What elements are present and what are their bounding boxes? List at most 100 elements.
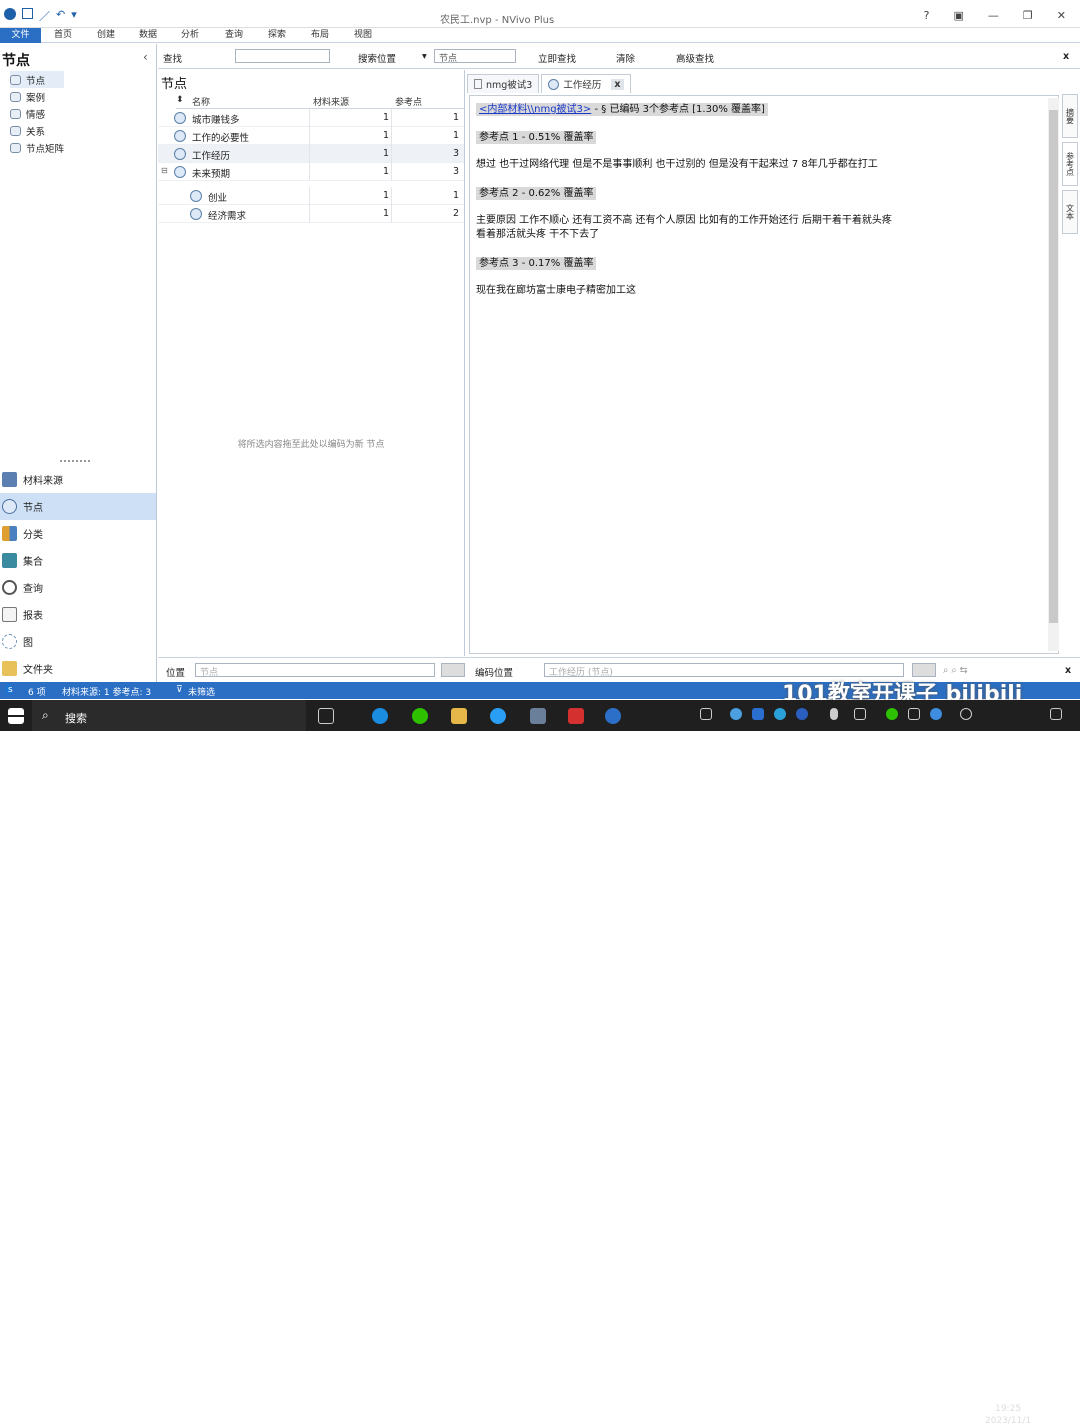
drop-hint[interactable]: 将所选内容拖至此处以编码为新 节点	[158, 437, 464, 450]
map-icon	[2, 634, 17, 649]
tree-item-cases[interactable]: 案例	[10, 88, 64, 105]
code-button[interactable]	[912, 663, 936, 677]
edge-browser-icon[interactable]	[372, 708, 388, 724]
tray-app-icon[interactable]	[752, 708, 764, 720]
tab-explore[interactable]: 探索	[268, 28, 286, 43]
source-link[interactable]: <内部材料\\nmg被试3>	[479, 104, 591, 115]
code-at-input[interactable]: 工作经历 (节点)	[544, 663, 904, 678]
qat-more-icon[interactable]: ▾	[71, 8, 77, 24]
taskbar-search-box[interactable]: ⌕ 搜索	[32, 700, 306, 731]
table-row[interactable]: 工作经历 1 3	[158, 145, 464, 163]
tray-app-icon[interactable]	[930, 708, 942, 720]
close-coding-bar-button[interactable]: x	[1065, 665, 1071, 676]
wechat-icon[interactable]	[412, 708, 428, 724]
sources-icon	[2, 472, 17, 487]
column-header-name[interactable]: 名称	[192, 95, 210, 108]
table-row[interactable]: 城市赚钱多 1 1	[158, 109, 464, 127]
find-input[interactable]	[235, 49, 330, 63]
side-tab-text[interactable]: 文本	[1062, 190, 1078, 234]
nav-item-folders[interactable]: 文件夹	[0, 655, 156, 682]
nav-item-maps[interactable]: 图	[0, 628, 156, 655]
table-row[interactable]: 创业 1 1	[158, 187, 464, 205]
nav-item-queries[interactable]: 查询	[0, 574, 156, 601]
tray-app-icon[interactable]	[796, 708, 808, 720]
find-now-button[interactable]: 立即查找	[538, 51, 576, 65]
app-icon[interactable]	[530, 708, 546, 724]
column-header-sources[interactable]: 材料来源	[313, 95, 349, 108]
nav-item-classifications[interactable]: 分类	[0, 520, 156, 547]
tab-create[interactable]: 创建	[97, 28, 115, 43]
side-tab-summary[interactable]: 摘要	[1062, 94, 1078, 138]
file-explorer-icon[interactable]	[451, 708, 467, 724]
microphone-icon[interactable]	[830, 708, 838, 720]
clear-button[interactable]: 清除	[616, 51, 635, 65]
table-row[interactable]: 工作的必要性 1 1	[158, 127, 464, 145]
speaker-icon[interactable]	[854, 708, 866, 720]
tree-item-relationships[interactable]: 关系	[10, 122, 64, 139]
tab-analyze[interactable]: 分析	[181, 28, 199, 43]
close-button[interactable]: ✕	[1057, 9, 1066, 22]
vertical-scrollbar[interactable]	[1048, 98, 1059, 651]
tree-item-sentiment[interactable]: 情感	[10, 105, 64, 122]
coded-content[interactable]: <内部材料\\nmg被试3> - § 已编码 3个参考点 [1.30% 覆盖率]…	[469, 95, 1059, 654]
tab-source-document[interactable]: nmg被试3	[467, 74, 540, 93]
tray-app-icon[interactable]	[774, 708, 786, 720]
tray-chat-icon[interactable]	[908, 708, 920, 720]
taskbar-search-label: 搜索	[65, 712, 87, 725]
coding-tools-icon[interactable]: ⌕ ⌕ ⇆	[943, 665, 968, 676]
tray-keyboard-icon[interactable]	[700, 708, 712, 720]
nav-item-sets[interactable]: 集合	[0, 547, 156, 574]
wps-icon[interactable]	[568, 708, 584, 724]
save-icon[interactable]	[22, 8, 33, 19]
tab-node-work-experience[interactable]: 工作经历 x	[541, 74, 631, 93]
windows-start-icon[interactable]	[8, 708, 24, 724]
search-app-icon[interactable]	[490, 708, 506, 724]
tab-data[interactable]: 数据	[139, 28, 157, 43]
undo-icon[interactable]: ↶	[56, 8, 65, 24]
location-input[interactable]: 节点	[195, 663, 435, 678]
side-tab-reference[interactable]: 参考点	[1062, 142, 1078, 186]
search-location-input[interactable]: 节点	[434, 49, 516, 64]
tray-wechat-icon[interactable]	[886, 708, 898, 720]
collapse-toggle-icon[interactable]: ⊟	[161, 166, 168, 175]
tree-item-nodes[interactable]: 节点	[10, 71, 65, 88]
scrollbar-thumb[interactable]	[1049, 110, 1058, 623]
task-view-icon[interactable]	[318, 708, 334, 724]
table-row[interactable]: ⊟ 未来预期 1 3	[158, 163, 464, 181]
tab-home[interactable]: 首页	[54, 28, 72, 43]
tab-query[interactable]: 查询	[225, 28, 243, 43]
network-icon[interactable]	[960, 708, 972, 720]
edit-icon[interactable]: ／	[39, 8, 50, 24]
reference-3-text[interactable]: 现在我在廊坊富士康电子精密加工这	[476, 281, 636, 296]
windows-taskbar: ⌕ 搜索 19:25 2023/11/1	[0, 700, 1080, 1426]
column-header-references[interactable]: 参考点	[395, 95, 422, 108]
minimize-button[interactable]: —	[988, 9, 999, 22]
nvivo-taskbar-icon[interactable]	[605, 708, 621, 724]
location-browse-button[interactable]	[441, 663, 465, 677]
system-clock[interactable]: 19:25 2023/11/1	[985, 1403, 1031, 1427]
advanced-find-button[interactable]: 高级查找	[676, 51, 714, 65]
close-tab-button[interactable]: x	[611, 78, 624, 90]
nav-item-sources[interactable]: 材料来源	[0, 466, 156, 493]
notification-icon[interactable]	[1050, 708, 1062, 720]
reference-2-text[interactable]: 主要原因 工作不顺心 还有工资不高 还有个人原因 比如有的工作开始还行 后期干着…	[476, 211, 892, 226]
tab-view[interactable]: 视图	[354, 28, 372, 43]
search-location-label[interactable]: 搜索位置	[358, 51, 396, 65]
chevron-down-icon[interactable]: ▾	[422, 51, 427, 62]
tab-file[interactable]: 文件	[0, 28, 41, 43]
table-row[interactable]: 经济需求 1 2	[158, 205, 464, 223]
nav-item-nodes[interactable]: 节点	[0, 493, 156, 520]
tray-cloud-icon[interactable]	[730, 708, 742, 720]
reference-2-text-cont[interactable]: 看着那活就头疼 干不下去了	[476, 225, 599, 240]
pane-splitter[interactable]	[60, 460, 90, 462]
close-find-button[interactable]: x	[1063, 51, 1069, 62]
tree-item-node-matrices[interactable]: 节点矩阵	[10, 139, 64, 156]
reference-1-text[interactable]: 想过 也干过网络代理 但是不是事事顺利 也干过别的 但是没有干起来过 7 8年几…	[476, 155, 878, 170]
collapse-pane-icon[interactable]: ‹	[143, 50, 148, 64]
nav-item-reports[interactable]: 报表	[0, 601, 156, 628]
help-button[interactable]: ?	[924, 9, 930, 22]
node-folder-tree: 节点 案例 情感 关系 节点矩阵	[10, 71, 65, 156]
ribbon-display-button[interactable]: ▣	[954, 9, 964, 22]
maximize-button[interactable]: ❐	[1023, 9, 1033, 22]
tab-layout[interactable]: 布局	[311, 28, 329, 43]
